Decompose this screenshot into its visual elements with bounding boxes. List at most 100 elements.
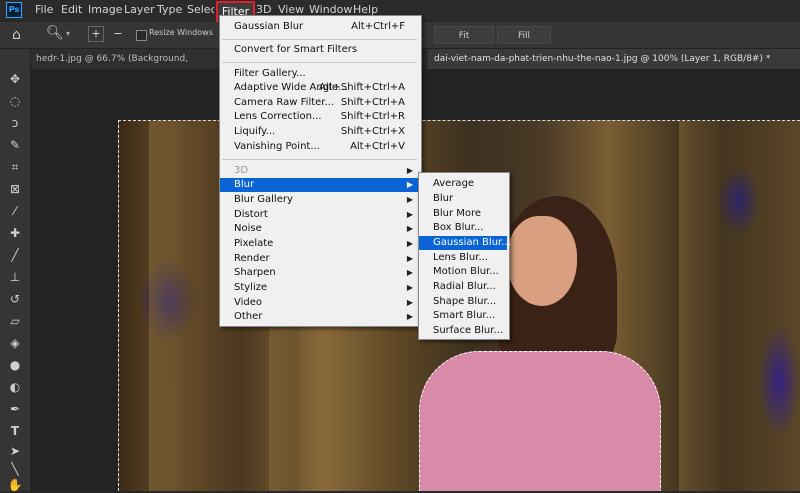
menu-select[interactable]: Select	[187, 0, 214, 20]
last-filter-item[interactable]: Gaussian Blur Alt+Ctrl+F	[220, 20, 419, 34]
menu-item-label: Other	[234, 311, 263, 322]
menu-item-label: Video	[234, 297, 263, 308]
chevron-right-icon: ▶	[406, 195, 413, 204]
menu-item-label: Sharpen	[234, 267, 276, 278]
menu-type[interactable]: Type	[157, 0, 182, 20]
chevron-right-icon: ▶	[406, 166, 413, 175]
menu-item-shortcut: Shift+Ctrl+X	[340, 126, 405, 137]
filter-menu: Gaussian Blur Alt+Ctrl+F Convert for Sma…	[219, 15, 422, 327]
eraser-tool-icon[interactable]: ▱	[7, 313, 23, 329]
chevron-right-icon: ▶	[406, 224, 413, 233]
submenu-render[interactable]: Render ▶	[220, 252, 419, 266]
zoom-in-icon[interactable]: +	[88, 26, 104, 42]
smart-blur-item[interactable]: Smart Blur...	[419, 309, 507, 323]
menu-item-shortcut: Alt+Shift+Ctrl+A	[318, 82, 405, 93]
menu-separator	[222, 62, 417, 63]
menu-item-label: Blur Gallery	[234, 194, 293, 205]
zoom-tool-icon[interactable]: 🔍︎	[46, 25, 64, 41]
convert-smart-filters-item[interactable]: Convert for Smart Filters	[220, 43, 419, 57]
menu-item-label: Liquify...	[234, 126, 276, 137]
shape-blur-item[interactable]: Shape Blur...	[419, 295, 507, 309]
menu-item-label: Gaussian Blur	[234, 21, 304, 32]
submenu-video[interactable]: Video ▶	[220, 296, 419, 310]
crop-tool-icon[interactable]: ⌗	[7, 159, 23, 175]
menu-item-label: Vanishing Point...	[234, 141, 320, 152]
submenu-other[interactable]: Other ▶	[220, 310, 419, 324]
photoshop-logo-icon: Ps	[6, 2, 22, 18]
submenu-noise[interactable]: Noise ▶	[220, 222, 419, 236]
surface-blur-item[interactable]: Surface Blur...	[419, 324, 507, 338]
menu-item-label: Noise	[234, 223, 262, 234]
brush-tool-icon[interactable]: ╱	[7, 247, 23, 263]
submenu-blur[interactable]: Blur ▶	[220, 178, 419, 192]
frame-tool-icon[interactable]: ⊠	[7, 181, 23, 197]
type-tool-icon[interactable]: T	[7, 423, 23, 439]
tab-dai-viet-nam[interactable]: dai-viet-nam-da-phat-trien-nhu-the-nao-1…	[428, 49, 800, 69]
submenu-blur-gallery[interactable]: Blur Gallery ▶	[220, 193, 419, 207]
marquee-tool-icon[interactable]: ◌	[7, 93, 23, 109]
vanishing-point-item[interactable]: Vanishing Point... Alt+Ctrl+V	[220, 140, 419, 154]
lens-correction-item[interactable]: Lens Correction... Shift+Ctrl+R	[220, 110, 419, 124]
menu-file[interactable]: File	[35, 0, 53, 20]
camera-raw-filter-item[interactable]: Camera Raw Filter... Shift+Ctrl+A	[220, 96, 419, 110]
menu-image[interactable]: Image	[88, 0, 122, 20]
pen-tool-icon[interactable]: ✒	[7, 401, 23, 417]
chevron-right-icon: ▶	[406, 239, 413, 248]
quick-select-tool-icon[interactable]: ✎	[7, 137, 23, 153]
menu-item-label: Distort	[234, 209, 268, 220]
menu-item-shortcut: Shift+Ctrl+A	[340, 97, 405, 108]
adaptive-wide-angle-item[interactable]: Adaptive Wide Angle... Alt+Shift+Ctrl+A	[220, 81, 419, 95]
submenu-pixelate[interactable]: Pixelate ▶	[220, 237, 419, 251]
menu-item-label: Camera Raw Filter...	[234, 97, 335, 108]
radial-blur-item[interactable]: Radial Blur...	[419, 280, 507, 294]
blur-average-item[interactable]: Average	[419, 177, 507, 191]
lasso-tool-icon[interactable]: ↄ	[7, 115, 23, 131]
menu-item-label: 3D	[234, 165, 249, 176]
blur-more-item[interactable]: Blur More	[419, 207, 507, 221]
fit-screen-button[interactable]: Fit Screen	[434, 26, 494, 59]
motion-blur-item[interactable]: Motion Blur...	[419, 265, 507, 279]
menu-item-label: Blur	[234, 179, 255, 190]
subject-selection	[419, 351, 661, 491]
dodge-tool-icon[interactable]: ◐	[7, 379, 23, 395]
lens-blur-item[interactable]: Lens Blur...	[419, 251, 507, 265]
filter-gallery-item[interactable]: Filter Gallery...	[220, 67, 419, 81]
healing-brush-tool-icon[interactable]: ✚	[7, 225, 23, 241]
home-icon[interactable]: ⌂	[12, 27, 21, 43]
chevron-right-icon: ▶	[406, 312, 413, 321]
box-blur-item[interactable]: Box Blur...	[419, 221, 507, 235]
chevron-down-icon[interactable]: ▾	[66, 29, 70, 38]
blur-blur-item[interactable]: Blur	[419, 192, 507, 206]
subject-face	[507, 216, 577, 306]
chevron-right-icon: ▶	[406, 254, 413, 263]
chevron-right-icon: ▶	[406, 180, 413, 189]
history-brush-tool-icon[interactable]: ↺	[7, 291, 23, 307]
zoom-out-icon[interactable]: −	[110, 26, 126, 42]
menu-item-label: Pixelate	[234, 238, 274, 249]
submenu-3d[interactable]: 3D ▶	[220, 164, 419, 178]
move-tool-icon[interactable]: ✥	[7, 71, 23, 87]
menu-item-label: Lens Correction...	[234, 111, 322, 122]
eyedropper-tool-icon[interactable]: ⁄	[7, 203, 23, 219]
tab-hedr-1[interactable]: hedr-1.jpg @ 66.7% (Background, RGB/8#) …	[30, 49, 226, 84]
liquify-item[interactable]: Liquify... Shift+Ctrl+X	[220, 125, 419, 139]
path-select-tool-icon[interactable]: ➤	[7, 443, 23, 459]
fill-screen-button[interactable]: Fill Screen	[497, 26, 551, 59]
line-tool-icon[interactable]: ╲	[7, 461, 23, 477]
menu-item-shortcut: Shift+Ctrl+R	[340, 111, 405, 122]
submenu-distort[interactable]: Distort ▶	[220, 208, 419, 222]
submenu-stylize[interactable]: Stylize ▶	[220, 281, 419, 295]
paint-bucket-tool-icon[interactable]: ◈	[7, 335, 23, 351]
menu-separator	[222, 159, 417, 160]
blur-submenu: Average Blur Blur More Box Blur... Gauss…	[418, 172, 511, 340]
clone-stamp-tool-icon[interactable]: ⊥	[7, 269, 23, 285]
menu-layer[interactable]: Layer	[124, 0, 155, 20]
menu-separator	[222, 39, 417, 40]
menu-edit[interactable]: Edit	[61, 0, 82, 20]
gaussian-blur-item[interactable]: Gaussian Blur...	[419, 236, 511, 250]
resize-windows-checkbox[interactable]	[136, 30, 147, 41]
chevron-right-icon: ▶	[406, 298, 413, 307]
menu-item-label: Render	[234, 253, 270, 264]
blur-tool-icon[interactable]: ●	[7, 357, 23, 373]
submenu-sharpen[interactable]: Sharpen ▶	[220, 266, 419, 280]
